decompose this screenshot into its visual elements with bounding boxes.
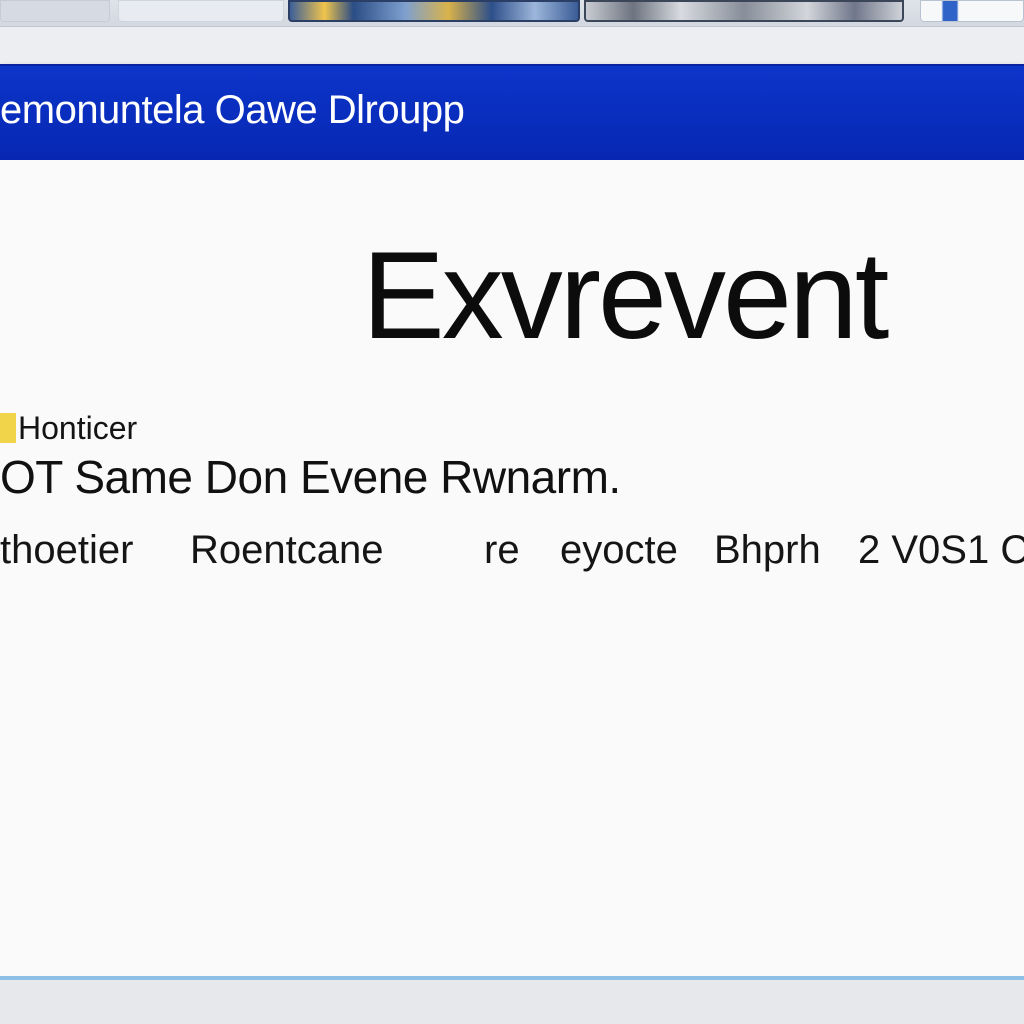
page-title: Exvrevent (362, 227, 889, 365)
window-thumbnail[interactable] (288, 0, 580, 22)
detail-text: Roentcane (190, 528, 384, 572)
title-bar[interactable]: emonuntela Oawe Dlroupp (0, 64, 1024, 160)
desktop-screen: emonuntela Oawe Dlroupp Exvrevent Hontic… (0, 0, 1024, 1024)
window-thumbnail[interactable] (920, 0, 1024, 22)
highlight-marker-icon (0, 413, 16, 443)
window-thumbnail[interactable] (118, 0, 284, 22)
detail-text: 2 V0S1 C (858, 528, 1024, 572)
window-content: Exvrevent Honticer OT Same Don Evene Rwn… (0, 160, 1024, 976)
field-label: Honticer (18, 409, 138, 446)
detail-row: thoetier Roentcane re eyocte Bhprh 2 V0S… (0, 528, 1024, 580)
window-title: emonuntela Oawe Dlroupp (0, 88, 465, 132)
subheading: OT Same Don Evene Rwnarm. (0, 451, 621, 503)
desktop-background (0, 980, 1024, 1024)
taskbar-thumbnails (0, 0, 1024, 27)
detail-text: Bhprh (714, 528, 821, 572)
detail-text: thoetier (0, 528, 134, 572)
window-thumbnail[interactable] (0, 0, 110, 22)
detail-text: re (484, 528, 520, 572)
window-thumbnail[interactable] (584, 0, 904, 22)
label-row: Honticer (0, 410, 137, 446)
detail-text: eyocte (560, 528, 678, 572)
app-window: emonuntela Oawe Dlroupp Exvrevent Hontic… (0, 64, 1024, 980)
